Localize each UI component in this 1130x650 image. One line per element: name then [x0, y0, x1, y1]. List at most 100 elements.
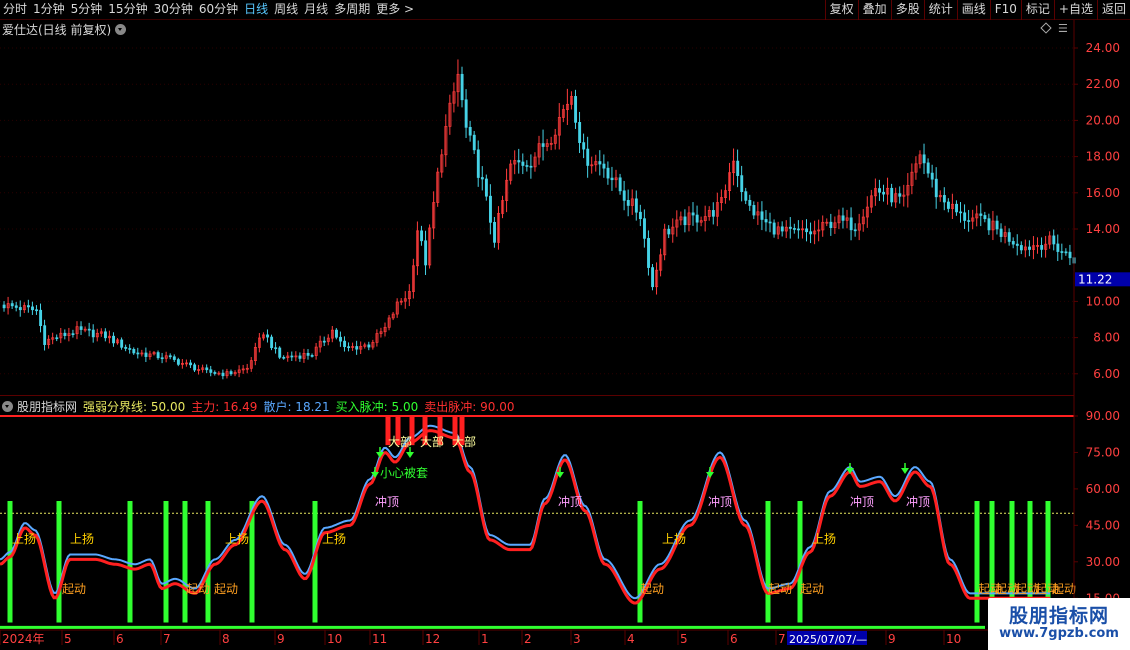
candle-body: [788, 226, 792, 229]
price-label: 6.00: [1093, 367, 1120, 381]
indicator-value-label: 90.00: [1086, 409, 1120, 423]
candle-body: [39, 309, 43, 327]
candle-body: [995, 220, 999, 230]
candle-body: [310, 355, 314, 357]
candle-body: [298, 355, 302, 359]
candle-body: [882, 191, 886, 195]
date-label: 5: [64, 632, 72, 646]
candle-body: [638, 211, 642, 220]
candle-body: [926, 162, 930, 174]
candle-body: [736, 160, 740, 176]
price-label: 24.00: [1086, 41, 1120, 55]
date-label: 9: [277, 632, 285, 646]
date-label: 6: [730, 632, 738, 646]
candle-body: [424, 240, 428, 266]
candle-body: [598, 161, 602, 165]
candle-body: [853, 229, 857, 232]
candle-body: [780, 226, 784, 232]
candle-body: [282, 356, 286, 359]
candle-body: [1064, 251, 1068, 254]
indicator-value-label: 45.00: [1086, 518, 1120, 532]
candle-body: [760, 211, 764, 220]
candle-body: [942, 195, 946, 203]
candle-body: [841, 215, 845, 221]
label-shangyang: 上扬: [662, 531, 686, 546]
date-label: 12: [425, 632, 440, 646]
candle-body: [979, 213, 983, 216]
candle-body: [922, 154, 926, 164]
candle-body: [1056, 243, 1060, 252]
label-dingbu: 大部: [388, 434, 412, 449]
candle-body: [464, 99, 468, 128]
label-shangyang: 上扬: [12, 531, 36, 546]
candle-body: [14, 305, 18, 308]
candle-body: [1015, 243, 1019, 246]
candle-body: [752, 205, 756, 216]
candle-body: [606, 167, 610, 179]
candle-body: [112, 335, 116, 344]
label-qidong: 起动: [1052, 582, 1076, 596]
candle-body: [517, 160, 521, 163]
candle-body: [26, 305, 30, 308]
date-label: 8: [222, 632, 230, 646]
candle-body: [55, 337, 59, 340]
candle-body: [343, 340, 347, 348]
candle-body: [476, 149, 480, 178]
candle-body: [772, 222, 776, 235]
candle-body: [420, 230, 424, 242]
price-label: 22.00: [1086, 77, 1120, 91]
candle-body: [172, 356, 176, 360]
candle-body: [1007, 232, 1011, 242]
candlestick-layer: [2, 59, 1076, 380]
candle-body: [124, 346, 128, 349]
candle-body: [18, 307, 22, 311]
label-dingbu: 大部: [420, 434, 444, 449]
candle-body: [610, 177, 614, 181]
chart-canvas[interactable]: 上扬 上扬 上扬 上扬 上扬 上扬起动 起动 起动 起动 起动 起动 起动起动起动起动起动冲顶 冲顶 冲顶…: [0, 0, 1130, 650]
label-dingbu: 大部: [452, 434, 476, 449]
date-label: 6: [116, 632, 124, 646]
candle-body: [91, 329, 95, 338]
date-label: 1: [481, 632, 489, 646]
candle-body: [541, 143, 545, 147]
candle-body: [290, 355, 294, 358]
candle-body: [890, 187, 894, 203]
candle-body: [1040, 245, 1044, 250]
indicator-value-label: 60.00: [1086, 482, 1120, 496]
candle-body: [43, 325, 47, 345]
candle-body: [472, 134, 476, 151]
label-xiaoxin: 小心被套: [380, 466, 428, 480]
date-label: 10: [946, 632, 961, 646]
candle-body: [189, 362, 193, 366]
candle-body: [602, 163, 606, 169]
candle-body: [521, 161, 525, 166]
candle-body: [529, 165, 533, 168]
candle-body: [578, 122, 582, 143]
candle-body: [574, 96, 578, 123]
indicator-value-label: 30.00: [1086, 555, 1120, 569]
candle-body: [144, 352, 148, 357]
candle-body: [987, 218, 991, 231]
candle-body: [748, 199, 752, 206]
candle-body: [322, 340, 326, 343]
candle-body: [691, 212, 695, 216]
candle-body: [792, 228, 796, 230]
candle-body: [489, 195, 492, 223]
date-label: 5: [680, 632, 688, 646]
candle-body: [1028, 246, 1031, 250]
candle-body: [1052, 235, 1056, 245]
label-qidong: 起动: [640, 582, 664, 596]
candle-body: [132, 348, 136, 354]
label-chongding: 冲顶: [850, 494, 874, 509]
candle-body: [468, 126, 472, 136]
label-shangyang: 上扬: [322, 531, 346, 546]
candle-body: [647, 238, 650, 268]
candle-body: [955, 203, 958, 213]
candle-body: [213, 372, 217, 374]
candle-body: [306, 352, 310, 356]
candle-body: [643, 218, 646, 239]
label-chongding: 冲顶: [906, 494, 930, 509]
candle-body: [71, 333, 75, 336]
candle-body: [809, 231, 813, 235]
last-price-label: 11.22: [1078, 272, 1112, 286]
